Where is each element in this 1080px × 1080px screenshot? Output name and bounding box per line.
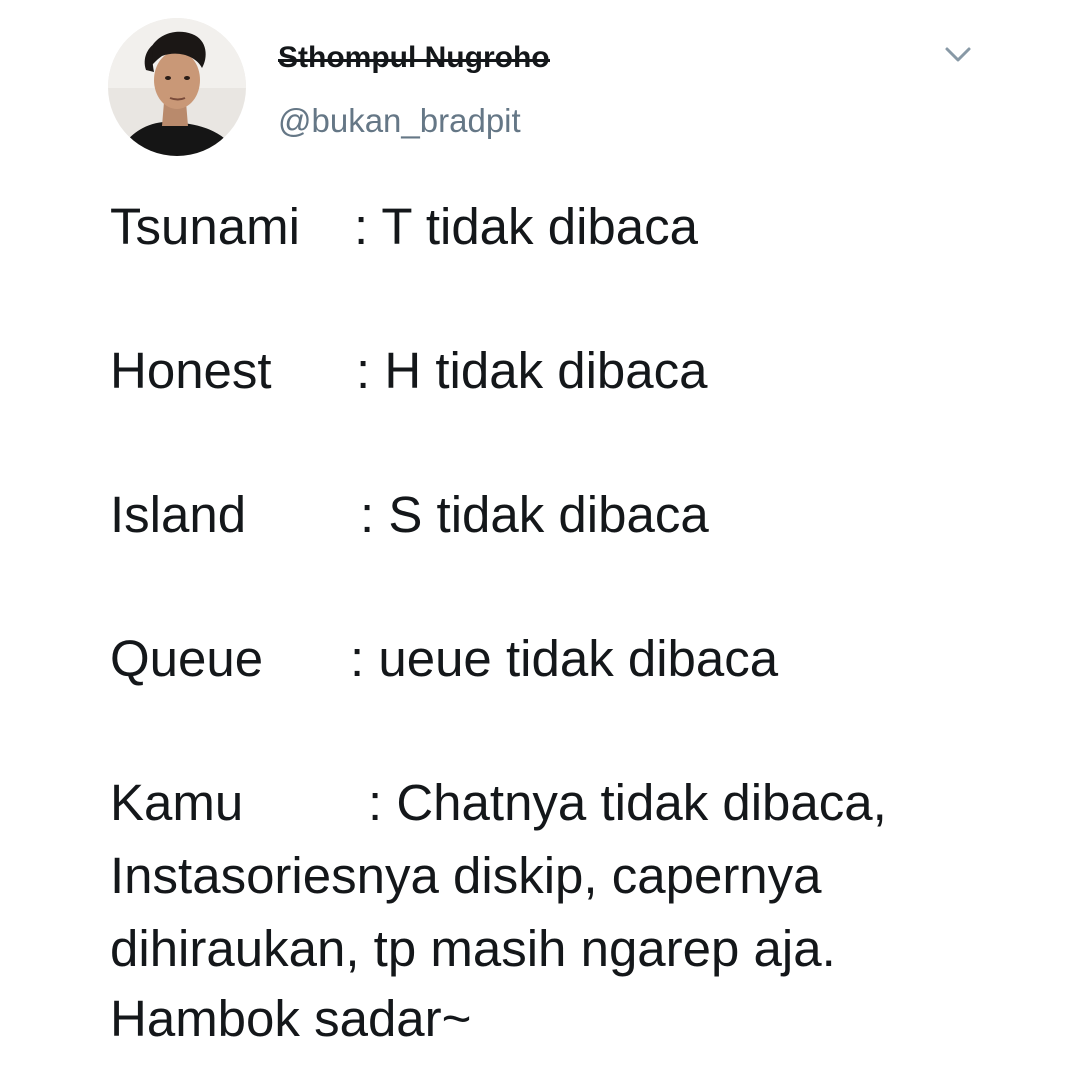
line-term: Island <box>110 486 247 543</box>
author-handle[interactable]: @bukan_bradpit <box>278 100 521 142</box>
line-term: Tsunami <box>110 198 300 255</box>
line-term: Queue <box>110 630 264 687</box>
line-term: Honest <box>110 342 272 399</box>
line-definition: : S tidak dibaca <box>360 486 709 543</box>
name-strikethrough <box>278 59 550 62</box>
author-display-name[interactable]: Sthompul Nugroho <box>278 38 550 78</box>
line-definition: : ueue tidak dibaca <box>350 630 779 687</box>
author-name-text[interactable]: Sthompul Nugroho <box>278 41 550 74</box>
tweet-continuation-line: dihiraukan, tp masih ngarep aja. <box>110 920 836 977</box>
line-definition: : H tidak dibaca <box>356 342 708 399</box>
line-definition: : Chatnya tidak dibaca, <box>368 774 887 831</box>
chevron-down-icon[interactable] <box>940 40 976 70</box>
user-avatar[interactable] <box>108 18 246 156</box>
tweet-continuation-line: Instasoriesnya diskip, capernya <box>110 847 822 904</box>
line-definition: : T tidak dibaca <box>354 198 699 255</box>
line-term: Kamu <box>110 774 244 831</box>
tweet-continuation-line: Hambok sadar~ <box>110 990 472 1047</box>
